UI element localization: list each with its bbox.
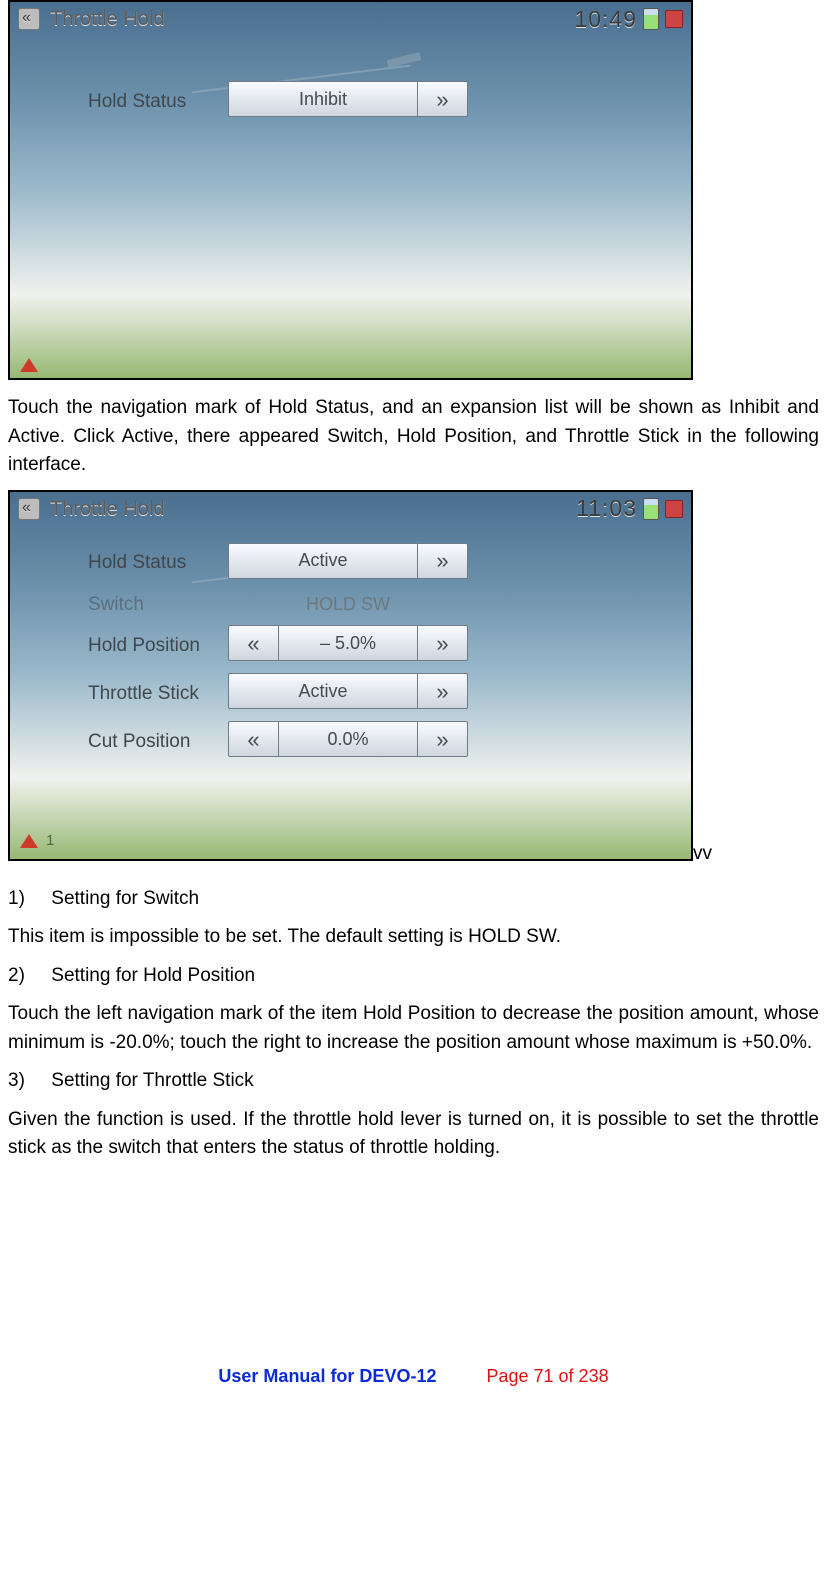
back-icon[interactable] — [18, 8, 40, 30]
footer-manual-title: User Manual for DEVO-12 — [218, 1366, 436, 1386]
hold-status-row: Hold Status Active » — [10, 540, 691, 588]
screen-title: Throttle Hold — [50, 4, 165, 34]
switch-label: Switch — [28, 591, 228, 620]
hold-position-value[interactable]: – 5.0% — [278, 625, 418, 661]
device-status-bar — [10, 358, 691, 372]
hold-status-value[interactable]: Active — [228, 543, 418, 579]
warning-triangle-icon — [20, 358, 38, 372]
item-3-heading: 3) Setting for Throttle Stick — [8, 1067, 819, 1096]
item-2-heading: 2) Setting for Hold Position — [8, 962, 819, 991]
item-2-number: 2) — [8, 962, 46, 991]
hold-position-label: Hold Position — [28, 632, 228, 661]
battery-icon — [643, 8, 659, 30]
status-red-icon — [665, 10, 683, 28]
cut-position-value[interactable]: 0.0% — [278, 721, 418, 757]
hold-status-nav-right-icon[interactable]: » — [418, 543, 468, 579]
item-3-title: Setting for Throttle Stick — [51, 1070, 253, 1091]
footer-page-number: Page 71 of 238 — [486, 1366, 608, 1386]
throttle-stick-nav-right-icon[interactable]: » — [418, 673, 468, 709]
item-1-number: 1) — [8, 885, 46, 914]
status-text: 1 — [46, 830, 54, 853]
hold-status-value[interactable]: Inhibit — [228, 81, 418, 117]
throttle-stick-row: Throttle Stick Active » — [10, 670, 691, 718]
clock-text: 11:03 — [576, 491, 637, 526]
cut-position-row: Cut Position « 0.0% » — [10, 718, 691, 766]
item-1-title: Setting for Switch — [51, 888, 199, 909]
hold-position-nav-left-icon[interactable]: « — [228, 625, 278, 661]
device-top-bar: Throttle Hold 11:03 — [10, 492, 691, 526]
screen-title: Throttle Hold — [50, 494, 165, 524]
cut-position-nav-left-icon[interactable]: « — [228, 721, 278, 757]
item-1-heading: 1) Setting for Switch — [8, 885, 819, 914]
item-3-body: Given the function is used. If the throt… — [8, 1106, 819, 1163]
hold-position-row: Hold Position « – 5.0% » — [10, 622, 691, 670]
item-2-body: Touch the left navigation mark of the it… — [8, 1000, 819, 1057]
stray-text-vv: vv — [693, 840, 712, 869]
device-status-bar: 1 — [10, 830, 691, 853]
page-footer: User Manual for DEVO-12 Page 71 of 238 — [8, 1363, 819, 1408]
battery-icon — [643, 498, 659, 520]
cut-position-nav-right-icon[interactable]: » — [418, 721, 468, 757]
clock-text: 10:49 — [574, 2, 637, 37]
hold-status-nav-right-icon[interactable]: » — [418, 81, 468, 117]
item-2-title: Setting for Hold Position — [51, 965, 255, 986]
hold-status-label: Hold Status — [28, 549, 228, 578]
throttle-hold-screenshot-active: Throttle Hold 11:03 Hold Status Active »… — [8, 490, 693, 861]
item-3-number: 3) — [8, 1067, 46, 1096]
back-icon[interactable] — [18, 498, 40, 520]
throttle-hold-screenshot-inhibit: Throttle Hold 10:49 Hold Status Inhibit … — [8, 0, 693, 380]
throttle-stick-value[interactable]: Active — [228, 673, 418, 709]
hold-position-nav-right-icon[interactable]: » — [418, 625, 468, 661]
switch-value: HOLD SW — [228, 591, 468, 618]
throttle-stick-label: Throttle Stick — [28, 680, 228, 709]
hold-status-row: Hold Status Inhibit » — [10, 78, 691, 126]
hold-status-label: Hold Status — [28, 88, 228, 117]
device-top-bar: Throttle Hold 10:49 — [10, 2, 691, 36]
item-1-body: This item is impossible to be set. The d… — [8, 923, 819, 952]
cut-position-label: Cut Position — [28, 728, 228, 757]
switch-row: Switch HOLD SW — [10, 588, 691, 623]
paragraph-intro: Touch the navigation mark of Hold Status… — [8, 394, 819, 480]
warning-triangle-icon — [20, 834, 38, 848]
status-red-icon — [665, 500, 683, 518]
